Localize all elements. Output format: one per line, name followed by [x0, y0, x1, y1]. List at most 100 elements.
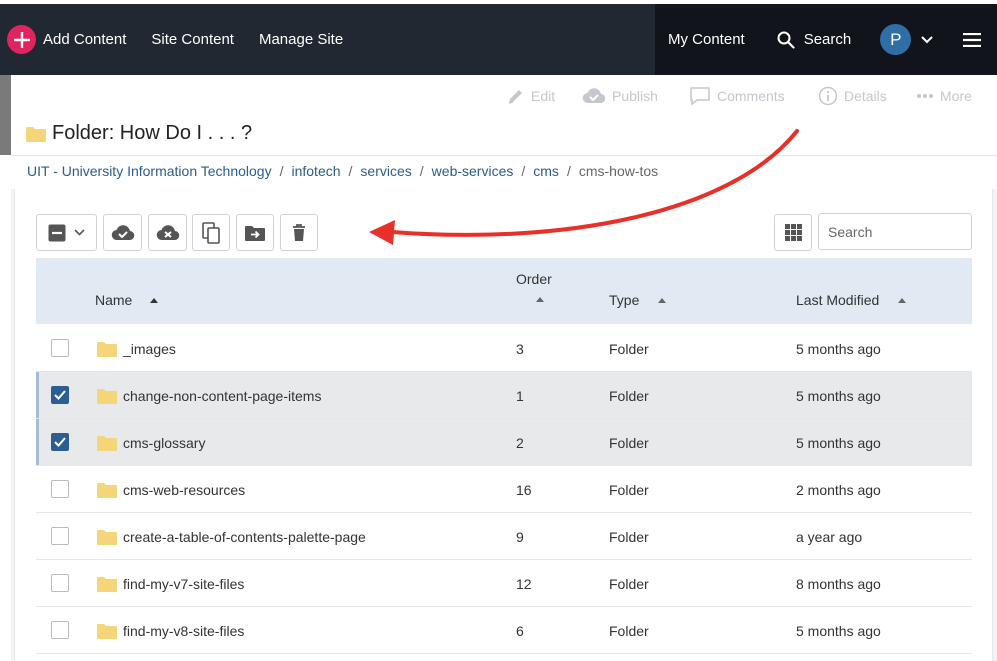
- row-name-text: change-non-content-page-items: [123, 387, 322, 404]
- row-type: Folder: [609, 340, 649, 357]
- breadcrumb-separator: /: [279, 163, 284, 179]
- sort-ascending-icon: [150, 297, 159, 303]
- row-checkbox[interactable]: [51, 574, 69, 592]
- row-type: Folder: [609, 387, 649, 404]
- checkmark-icon: [54, 437, 66, 447]
- copy-icon: [202, 221, 220, 244]
- site-content-link[interactable]: Site Content: [151, 31, 234, 48]
- grid-view-button[interactable]: [774, 214, 812, 251]
- row-type: Folder: [609, 481, 649, 498]
- row-type: Folder: [609, 434, 649, 451]
- page-title-text: Folder: How Do I . . . ?: [52, 122, 253, 144]
- comments-action[interactable]: Comments: [689, 86, 785, 106]
- row-name-text: find-my-v7-site-files: [123, 575, 245, 592]
- breadcrumb-separator: /: [566, 163, 571, 179]
- more-dots-icon: [917, 94, 933, 98]
- row-name-link[interactable]: _images: [97, 325, 176, 372]
- row-checkbox[interactable]: [51, 433, 69, 451]
- row-checkbox[interactable]: [51, 527, 69, 545]
- folder-icon: [97, 341, 117, 357]
- breadcrumb-item[interactable]: UIT - University Information Technology: [27, 163, 272, 179]
- page-title: Folder: How Do I . . . ?: [26, 122, 252, 145]
- column-header-name[interactable]: Name: [95, 292, 159, 308]
- plus-icon: [7, 25, 36, 54]
- row-name-link[interactable]: create-a-table-of-contents-palette-page: [97, 513, 366, 560]
- breadcrumb-separator: /: [419, 163, 424, 179]
- delete-selected-button[interactable]: [280, 214, 318, 251]
- row-modified: 5 months ago: [796, 622, 881, 639]
- hamburger-menu-icon[interactable]: [963, 32, 982, 47]
- row-name-text: create-a-table-of-contents-palette-page: [123, 528, 366, 545]
- breadcrumb-current: cms-how-tos: [578, 163, 659, 179]
- cloud-check-icon: [582, 88, 606, 104]
- row-name-link[interactable]: find-my-v8-site-files: [97, 607, 244, 654]
- table-row[interactable]: find-my-v7-site-files 12 Folder 8 months ag…: [36, 560, 972, 607]
- breadcrumb-item[interactable]: services: [360, 163, 411, 179]
- breadcrumb-item[interactable]: cms: [533, 163, 559, 179]
- unpublish-selected-button[interactable]: [148, 214, 187, 251]
- row-checkbox[interactable]: [51, 621, 69, 639]
- sort-ascending-icon: [658, 297, 667, 303]
- add-content-button[interactable]: Add Content: [7, 25, 126, 54]
- table-row[interactable]: find-my-v8-site-files 6 Folder 5 months ago: [36, 607, 972, 654]
- table-row[interactable]: _images 3 Folder 5 months ago: [36, 325, 972, 372]
- publish-action[interactable]: Publish: [582, 87, 658, 105]
- top-navigation-bar: Add Content Site Content Manage Site My …: [0, 4, 997, 75]
- table-row[interactable]: cms-web-resources 16 Folder 2 months ago: [36, 466, 972, 513]
- column-header-order[interactable]: Order: [516, 271, 552, 302]
- folder-search-input[interactable]: [818, 213, 972, 250]
- trash-icon: [293, 223, 305, 241]
- comment-icon: [690, 87, 710, 106]
- more-action[interactable]: More: [916, 88, 972, 104]
- chevron-down-icon[interactable]: [921, 35, 933, 44]
- asset-actions: Edit Publish Comments Details More: [0, 85, 997, 107]
- top-nav-left: Add Content Site Content Manage Site: [0, 4, 343, 75]
- cloud-x-icon: [156, 225, 179, 241]
- row-order: 12: [516, 575, 532, 592]
- folder-icon: [97, 388, 117, 404]
- row-name-link[interactable]: cms-glossary: [97, 419, 205, 466]
- folder-icon: [26, 126, 46, 142]
- edit-action[interactable]: Edit: [507, 87, 555, 105]
- sort-ascending-icon: [536, 297, 544, 302]
- breadcrumb-item[interactable]: web-services: [432, 163, 514, 179]
- row-checkbox[interactable]: [51, 480, 69, 498]
- details-action[interactable]: Details: [818, 86, 887, 106]
- column-header-name-label: Name: [95, 292, 133, 308]
- my-content-link[interactable]: My Content: [668, 31, 745, 48]
- row-name-link[interactable]: cms-web-resources: [97, 466, 245, 513]
- row-checkbox[interactable]: [51, 386, 69, 404]
- breadcrumb-item[interactable]: infotech: [291, 163, 340, 179]
- row-name-link[interactable]: change-non-content-page-items: [97, 372, 321, 419]
- grid-icon: [784, 224, 802, 241]
- search-icon: [777, 31, 795, 49]
- row-type: Folder: [609, 528, 649, 545]
- breadcrumb: UIT - University Information Technology …: [27, 163, 658, 179]
- table-row[interactable]: create-a-table-of-contents-palette-page 9…: [36, 513, 972, 560]
- row-name-link[interactable]: find-my-v7-site-files: [97, 560, 244, 607]
- column-header-type[interactable]: Type: [609, 292, 667, 308]
- move-folder-icon: [245, 225, 265, 241]
- row-order: 2: [516, 434, 524, 451]
- table-row[interactable]: change-non-content-page-items 1 Folder 5 mo…: [36, 372, 972, 419]
- row-modified: 8 months ago: [796, 575, 881, 592]
- copy-selected-button[interactable]: [192, 214, 230, 251]
- row-checkbox[interactable]: [51, 339, 69, 357]
- manage-site-link[interactable]: Manage Site: [259, 31, 343, 48]
- row-name-text: cms-web-resources: [123, 481, 246, 498]
- column-header-modified[interactable]: Last Modified: [796, 292, 907, 308]
- select-dropdown-button[interactable]: [36, 214, 97, 251]
- publish-selected-button[interactable]: [103, 214, 142, 251]
- selection-indicator: [36, 419, 39, 465]
- row-modified: 5 months ago: [796, 387, 881, 404]
- table-row[interactable]: cms-glossary 2 Folder 5 months ago: [36, 419, 972, 466]
- avatar[interactable]: P: [880, 24, 912, 55]
- folder-icon: [97, 435, 117, 451]
- search-button[interactable]: Search: [777, 31, 851, 49]
- move-selected-button[interactable]: [236, 214, 274, 251]
- row-order: 9: [516, 528, 524, 545]
- cloud-check-icon: [111, 225, 134, 241]
- folder-icon: [97, 482, 117, 498]
- folder-icon: [97, 623, 117, 639]
- folder-icon: [97, 576, 117, 592]
